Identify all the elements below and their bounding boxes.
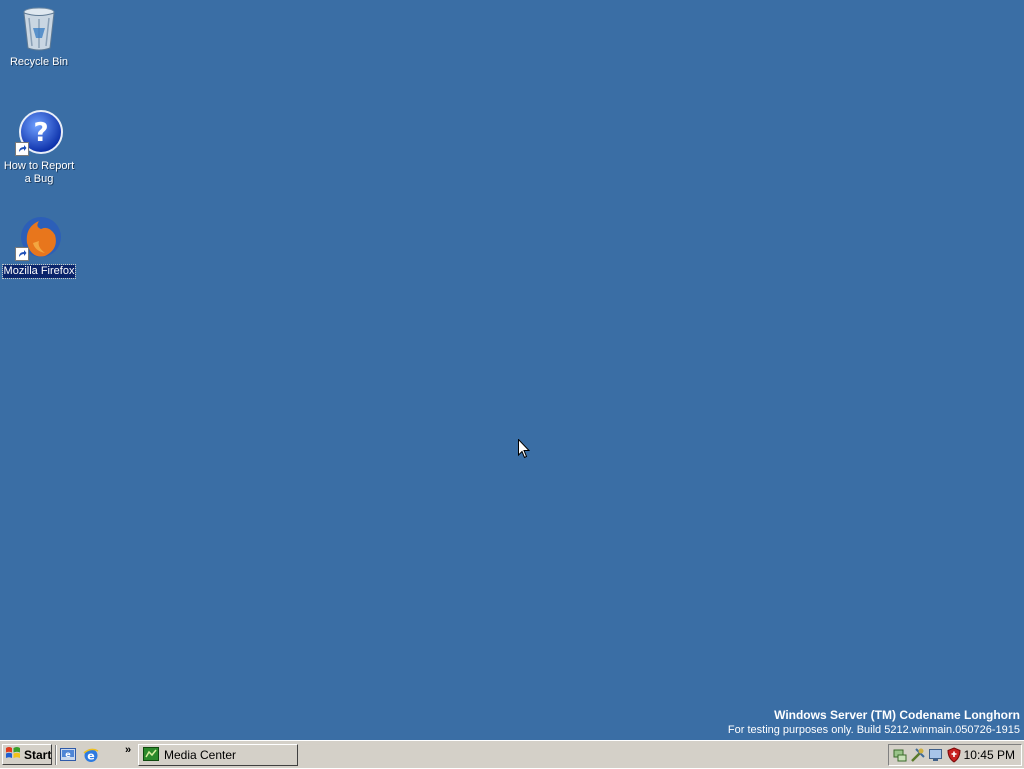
svg-text:?: ? bbox=[33, 118, 48, 148]
desktop-icon-label-line1: How to Report bbox=[3, 160, 75, 172]
shortcut-arrow-icon bbox=[15, 247, 29, 261]
mouse-pointer-icon bbox=[518, 438, 531, 464]
desktop-icon-recycle-bin[interactable]: Recycle Bin bbox=[1, 4, 77, 69]
network-icon[interactable] bbox=[892, 747, 908, 763]
desktop-icon-report-bug[interactable]: ? How to Report a Bug bbox=[1, 108, 77, 186]
watermark-title: Windows Server (TM) Codename Longhorn bbox=[774, 708, 1020, 722]
security-shield-icon[interactable] bbox=[946, 747, 962, 763]
svg-text:e: e bbox=[65, 750, 71, 759]
system-tray: 10:45 PM bbox=[888, 744, 1022, 766]
svg-text:e: e bbox=[87, 750, 94, 763]
desktop-icon-firefox[interactable]: Mozilla Firefox bbox=[1, 213, 77, 279]
task-label: Media Center bbox=[164, 748, 237, 762]
desktop-icon-label: Mozilla Firefox bbox=[1, 264, 77, 279]
show-desktop-icon[interactable]: e bbox=[59, 746, 77, 764]
internet-explorer-icon[interactable]: e bbox=[82, 746, 100, 764]
desktop-icon-label-line2: a Bug bbox=[24, 173, 54, 185]
tools-icon[interactable] bbox=[910, 747, 926, 763]
quick-launch-chevron[interactable]: » bbox=[125, 744, 131, 756]
display-icon[interactable] bbox=[928, 747, 944, 763]
quick-launch-separator bbox=[55, 745, 57, 765]
build-watermark: Windows Server (TM) Codename Longhorn Fo… bbox=[728, 708, 1020, 737]
desktop-icon-label: Recycle Bin bbox=[9, 56, 69, 68]
help-icon: ? bbox=[15, 108, 63, 156]
clock[interactable]: 10:45 PM bbox=[964, 748, 1015, 762]
desktop[interactable]: Recycle Bin ? How to Report a Bug Mozill… bbox=[0, 0, 1024, 740]
taskbar-button-media-center[interactable]: Media Center bbox=[138, 744, 298, 766]
windows-flag-icon bbox=[5, 746, 21, 763]
start-label: Start bbox=[24, 747, 52, 762]
firefox-icon bbox=[15, 213, 63, 261]
watermark-subtitle: For testing purposes only. Build 5212.wi… bbox=[727, 724, 1020, 736]
media-center-icon bbox=[143, 746, 159, 764]
recycle-bin-icon bbox=[15, 4, 63, 52]
shortcut-arrow-icon bbox=[15, 142, 29, 156]
start-button[interactable]: Start bbox=[2, 744, 52, 765]
taskbar: Start e e » Media Center 10:45 PM bbox=[0, 740, 1024, 768]
